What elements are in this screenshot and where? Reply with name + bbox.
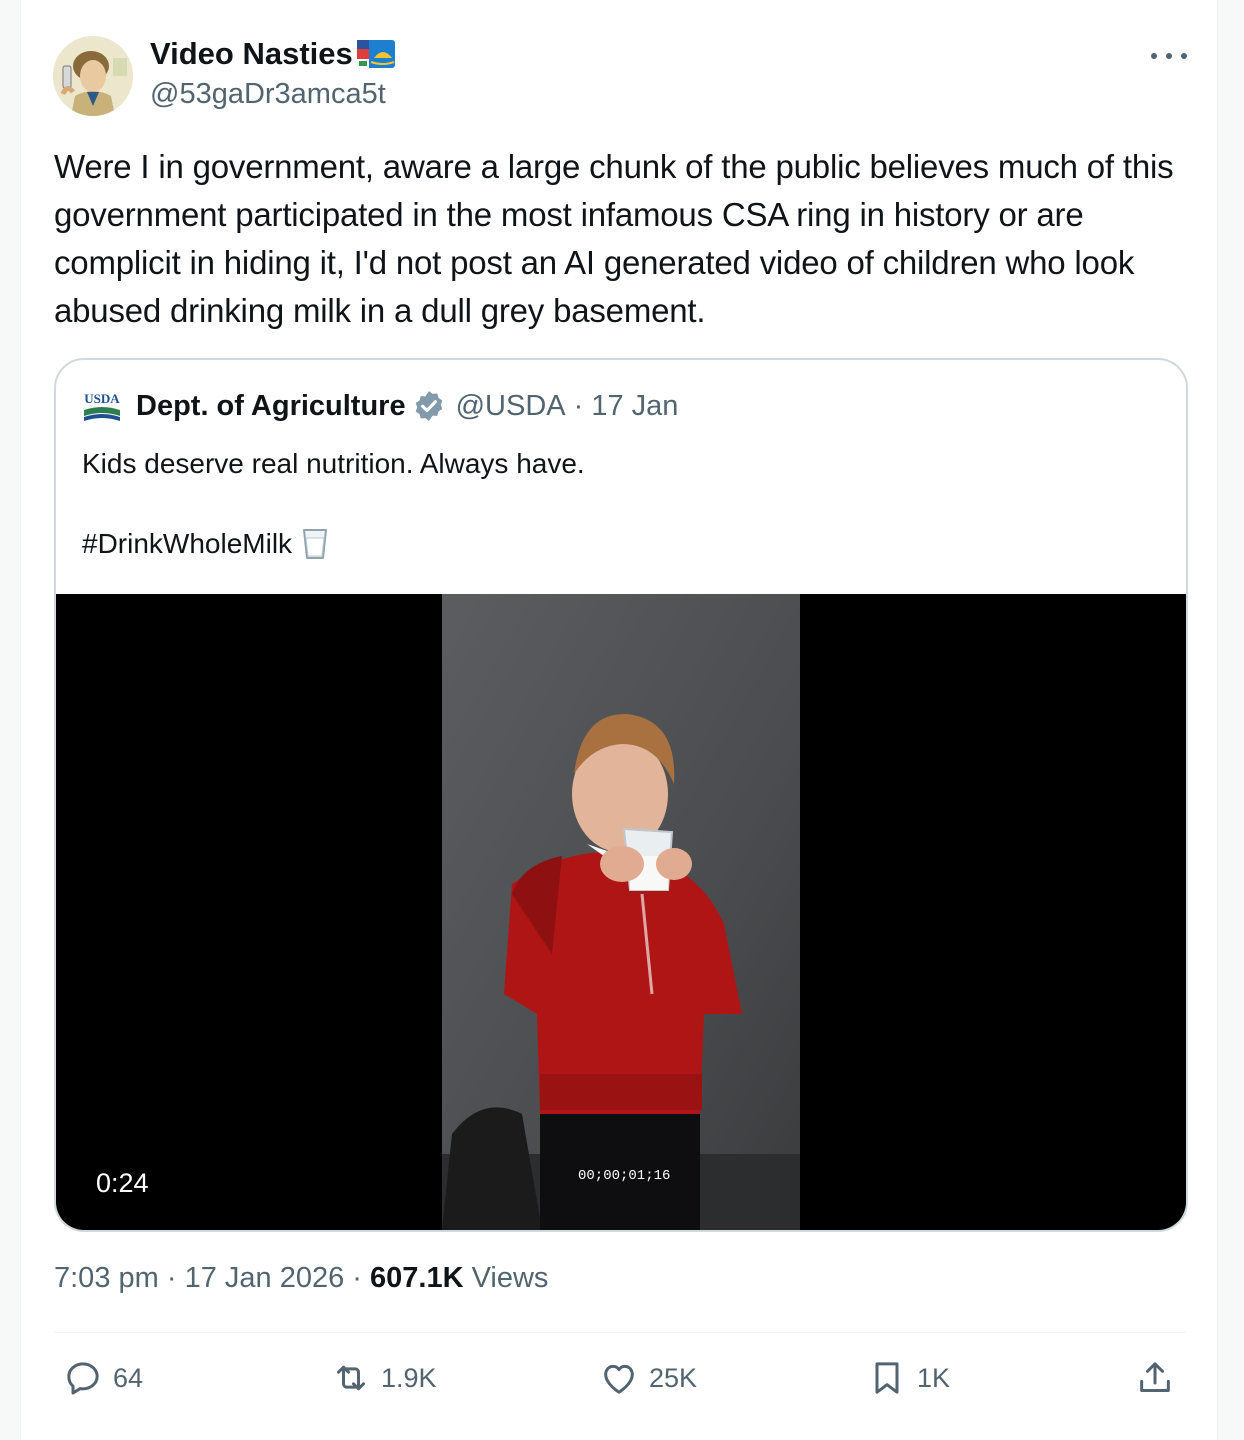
repost-button[interactable]: 1.9K xyxy=(331,1358,437,1398)
quoted-header: USDA Dept. of Agriculture @USDA · 17 Jan xyxy=(82,388,678,424)
milk-glass-icon xyxy=(303,529,328,559)
quoted-hashtag[interactable]: #DrinkWholeMilk xyxy=(82,524,292,564)
bookmark-button[interactable]: 1K xyxy=(867,1358,950,1398)
views-label: Views xyxy=(471,1262,549,1294)
video-player[interactable]: 0:24 00;00;01;16 xyxy=(56,594,1186,1230)
tweet-text: Were I in government, aware a large chun… xyxy=(54,148,1174,329)
like-count: 25K xyxy=(649,1362,698,1393)
more-icon[interactable] xyxy=(1151,46,1187,66)
quoted-text: Kids deserve real nutrition. Always have… xyxy=(82,448,585,479)
author-handle[interactable]: @53gaDr3amca5t xyxy=(150,78,386,111)
quoted-hashtag-row: #DrinkWholeMilk xyxy=(82,524,328,564)
tweet-meta: 7:03 pm · 17 Jan 2026 · 607.1K Views xyxy=(54,1262,548,1295)
reply-button[interactable]: 64 xyxy=(63,1358,143,1398)
author-name[interactable]: Video Nasties xyxy=(150,36,353,72)
tweet-date[interactable]: 17 Jan 2026 xyxy=(185,1262,345,1294)
action-bar: 64 1.9K 25K 1K xyxy=(21,1358,1217,1412)
bookmark-count: 1K xyxy=(917,1362,951,1393)
verified-badge-icon xyxy=(415,391,442,421)
views-count: 607.1K xyxy=(370,1262,464,1294)
repost-count: 1.9K xyxy=(381,1362,437,1393)
video-frame-image xyxy=(442,594,800,1230)
meta-separator: · xyxy=(166,1262,185,1294)
like-icon xyxy=(604,1364,634,1394)
usda-logo-text: USDA xyxy=(84,391,120,406)
author-name-row[interactable]: Video Nasties xyxy=(150,36,395,72)
more-dot xyxy=(1166,53,1172,59)
tweet-card: Video Nasties @53gaDr3amca5t Were I in g… xyxy=(20,0,1218,1440)
author-avatar[interactable] xyxy=(53,36,133,116)
like-button[interactable]: 25K xyxy=(599,1358,697,1398)
share-button[interactable] xyxy=(1135,1358,1175,1398)
avatar-illustration xyxy=(53,36,133,116)
repost-icon xyxy=(337,1365,365,1391)
more-dot xyxy=(1151,53,1157,59)
share-icon xyxy=(1140,1362,1170,1392)
quoted-date[interactable]: · 17 Jan xyxy=(574,390,679,423)
quoted-tweet[interactable]: USDA Dept. of Agriculture @USDA · 17 Jan… xyxy=(54,358,1188,1232)
quoted-author-name[interactable]: Dept. of Agriculture xyxy=(136,390,406,423)
bookmark-icon xyxy=(875,1362,899,1394)
meta-separator: · xyxy=(352,1262,371,1294)
quoted-handle[interactable]: @USDA xyxy=(456,390,566,423)
more-dot xyxy=(1181,53,1187,59)
tweet-time[interactable]: 7:03 pm xyxy=(54,1262,159,1294)
flag-emoji-icon xyxy=(356,40,395,68)
video-timecode: 00;00;01;16 xyxy=(578,1168,671,1184)
divider xyxy=(54,1332,1186,1333)
reply-count: 64 xyxy=(113,1362,144,1393)
reply-icon xyxy=(67,1362,99,1395)
usda-logo: USDA xyxy=(84,391,120,421)
video-duration: 0:24 xyxy=(96,1168,149,1198)
